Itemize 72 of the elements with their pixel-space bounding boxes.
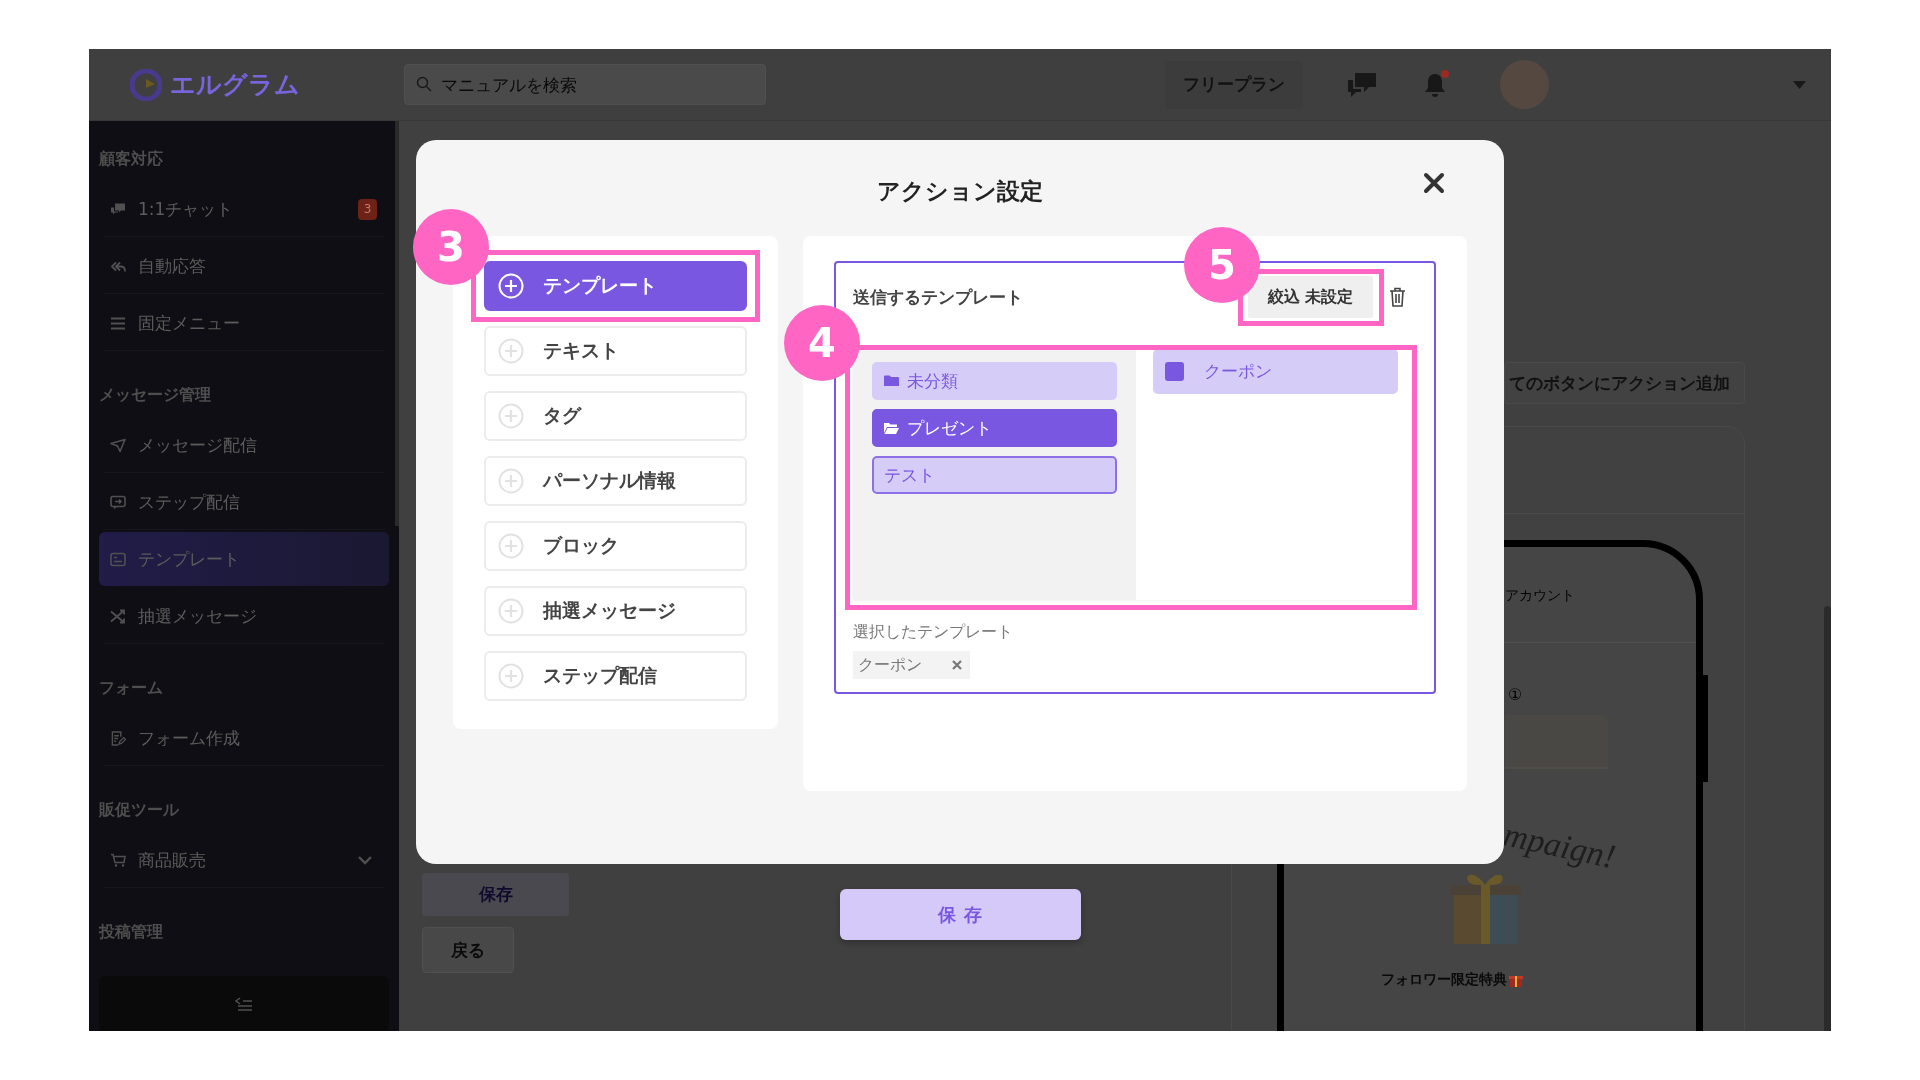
section-title: 顧客対応 [99,147,164,170]
action-type-button[interactable]: ブロック [484,521,747,571]
plus-circle-icon [498,273,524,299]
logo-text: エルグラム [170,69,300,101]
step-badge: 3 [413,209,489,285]
folder-item[interactable]: テスト [872,456,1117,494]
logo-icon [130,68,162,101]
menu-icon [110,315,126,331]
sidebar-item[interactable]: 1:1チャット 3 [99,182,389,236]
folder-icon [884,375,899,387]
selected-label: 選択したテンプレート [853,622,1014,643]
sidebar-item[interactable]: 抽選メッセージ [99,589,389,643]
open-folder-icon [884,422,899,434]
action-type-button[interactable]: パーソナル情報 [484,456,747,506]
search-field[interactable]: マニュアルを検索 [404,64,766,105]
sidebar-item[interactable]: メッセージ配信 [99,418,389,472]
sidebar-item[interactable]: 固定メニュー [99,296,389,350]
account-name: アカウント [1505,587,1575,603]
save-button[interactable]: 保存 [839,889,1081,940]
action-type-button[interactable]: テキスト [484,326,747,376]
scrollbar[interactable] [1824,606,1831,1031]
filter-button[interactable]: 絞込 未設定 [1248,276,1373,318]
folder-item[interactable]: プレゼント [872,409,1117,447]
plus-circle-icon [498,663,524,689]
plus-circle-icon [498,403,524,429]
section-title: メッセージ管理 [99,383,212,406]
caret-down-icon[interactable] [1793,80,1806,89]
back-button[interactable]: 戻る [422,927,514,973]
chat-bubbles-icon [110,201,126,217]
caption-text: フォロワー限定特典 [1381,971,1507,989]
section-title: フォーム [99,676,164,699]
step-badge: 4 [784,305,860,381]
save-button[interactable]: 保存 [422,873,569,916]
plus-circle-icon [498,338,524,364]
section-title: 投稿管理 [99,920,164,943]
action-type-button[interactable]: 抽選メッセージ [484,586,747,636]
number-label: ① [1508,685,1523,704]
cart-icon [110,852,126,868]
form-edit-icon [110,730,126,746]
checkbox-icon[interactable] [1165,362,1184,381]
action-type-button[interactable]: テンプレート [484,261,747,311]
sidebar-item[interactable]: テンプレート [99,532,389,586]
folder-item[interactable]: 未分類 [872,362,1117,400]
sidebar-item[interactable]: 商品販売 [99,833,389,887]
sidebar-item[interactable]: 自動応答 [99,239,389,293]
paper-plane-icon [110,437,126,453]
template-item[interactable]: クーポン [1153,349,1398,394]
plus-circle-icon [498,468,524,494]
section-title: 販促ツール [99,798,180,821]
gift-icon [1509,973,1523,987]
collapse-menu-icon [235,996,253,1011]
sidebar-item[interactable]: ステップ配信 [99,475,389,529]
plus-circle-icon [498,533,524,559]
collapse-button[interactable] [99,976,389,1031]
sidebar-item[interactable]: フォーム作成 [99,711,389,765]
selected-template-chip: クーポン [853,651,970,679]
shuffle-icon [110,608,126,624]
close-icon[interactable] [1423,172,1445,194]
chevron-down-icon [357,855,373,865]
action-type-button[interactable]: タグ [484,391,747,441]
search-icon [416,76,432,92]
scrollbar[interactable] [395,121,399,526]
step-badge: 5 [1184,227,1260,303]
action-type-button[interactable]: ステップ配信 [484,651,747,701]
remove-icon[interactable] [952,660,962,670]
trash-icon[interactable] [1389,287,1406,307]
arrow-box-icon [110,494,126,510]
count-badge: 3 [358,198,377,220]
plus-circle-icon [498,598,524,624]
dialog-title: アクション設定 [877,177,1043,206]
chat-bubbles-icon[interactable] [1346,70,1378,99]
card-icon [110,551,126,567]
